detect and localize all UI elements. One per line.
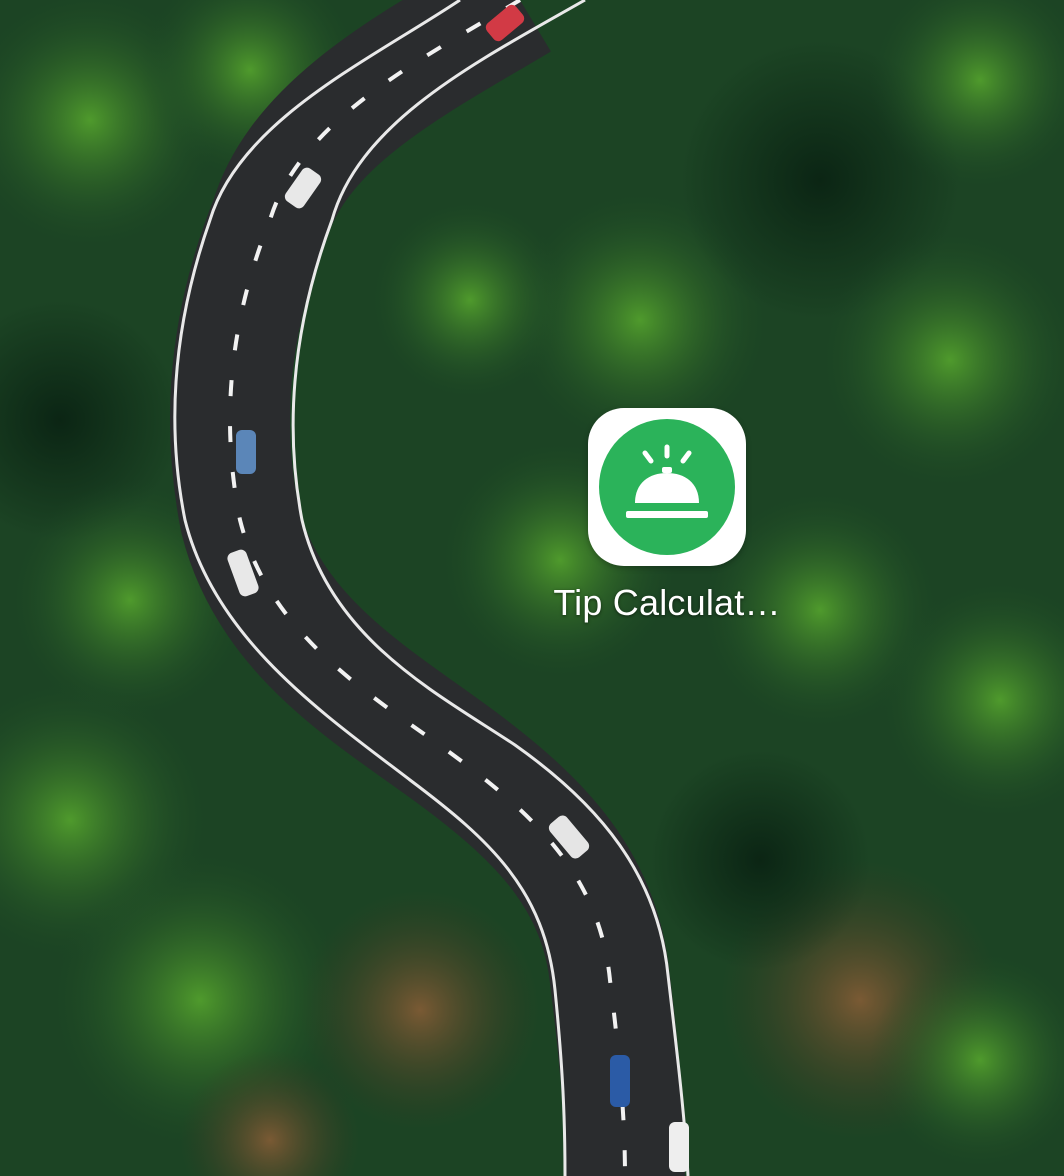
app-tip-calculator[interactable]: Tip Calculat… xyxy=(547,408,787,624)
service-bell-icon xyxy=(626,444,708,518)
app-icon[interactable] xyxy=(588,408,746,566)
wallpaper xyxy=(0,0,1064,1176)
app-label: Tip Calculat… xyxy=(553,582,781,623)
